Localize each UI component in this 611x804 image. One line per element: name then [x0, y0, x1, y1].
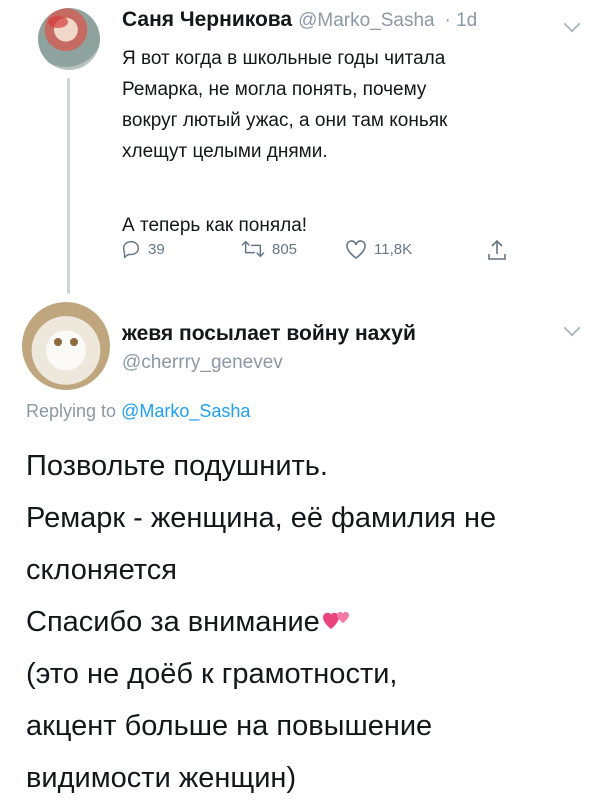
tweet-text-line: вокруг лютый ужас, а они там коньяк [122, 110, 448, 131]
tweet-text-fragment: Спасибо за внимание [26, 606, 320, 638]
two-hearts-emoji [322, 611, 349, 629]
tweet-header: Саня Черникова @Marko_Sasha · 1d [122, 8, 477, 32]
reply-tweet: жевя посылает войну нахуй @cherrry_genev… [0, 300, 611, 800]
author-name[interactable]: Саня Черникова [122, 8, 292, 31]
original-tweet: Саня Черникова @Marko_Sasha · 1d Я вот ко… [0, 0, 611, 300]
tweet-text: Позвольте подушнить. Ремарк - женщина, е… [26, 440, 596, 804]
tweet-text: Я вот когда в школьные годы читала Ремар… [122, 43, 582, 241]
tweet-text-line: Ремарк - женщина, её фамилия не [26, 502, 497, 534]
thread-line [67, 78, 70, 294]
reply-button[interactable]: 39 [120, 238, 165, 260]
tweet-text-line: хлещут целыми днями. [122, 141, 328, 162]
like-button[interactable]: 11,8K [344, 238, 412, 260]
reply-icon [122, 240, 140, 259]
tweet-text-line: склоняется [26, 554, 177, 586]
like-icon [346, 240, 366, 259]
share-button[interactable] [486, 238, 508, 262]
reply-count: 39 [148, 240, 165, 258]
tweet-text-line: (это не доёб к грамотности, [26, 658, 398, 690]
tweet-actions: 39 805 11,8K [120, 238, 520, 268]
replying-to: Replying to @Marko_Sasha [26, 401, 250, 422]
chevron-down-icon[interactable] [563, 15, 581, 33]
tweet-text-line: Ремарка, не могла понять, почему [122, 79, 427, 100]
avatar[interactable] [38, 8, 100, 70]
tweet-text-line: А теперь как поняла! [122, 215, 308, 236]
tweet-text-line: видимости женщин) [26, 762, 297, 794]
tweet-text-line: Позвольте подушнить. [26, 450, 328, 482]
tweet-text-line: Спасибо за внимание [26, 596, 596, 648]
chevron-down-icon[interactable] [563, 319, 581, 337]
retweet-button[interactable]: 805 [240, 238, 297, 260]
tweet-text-line: акцент больше на повышение [26, 710, 433, 742]
tweet-text-line: Я вот когда в школьные годы читала [122, 48, 446, 69]
replying-to-label: Replying to [26, 401, 117, 421]
like-count: 11,8K [374, 240, 413, 258]
author-handle[interactable]: @cherrry_genevev [122, 352, 283, 374]
retweet-icon [241, 240, 265, 258]
tweet-time[interactable]: · 1d [444, 10, 477, 31]
replying-to-mention[interactable]: @Marko_Sasha [121, 401, 250, 421]
share-icon [488, 239, 506, 260]
avatar[interactable] [22, 302, 110, 390]
author-name[interactable]: жевя посылает войну нахуй [122, 322, 416, 346]
retweet-count: 805 [272, 240, 298, 258]
author-handle[interactable]: @Marko_Sasha [298, 10, 435, 31]
